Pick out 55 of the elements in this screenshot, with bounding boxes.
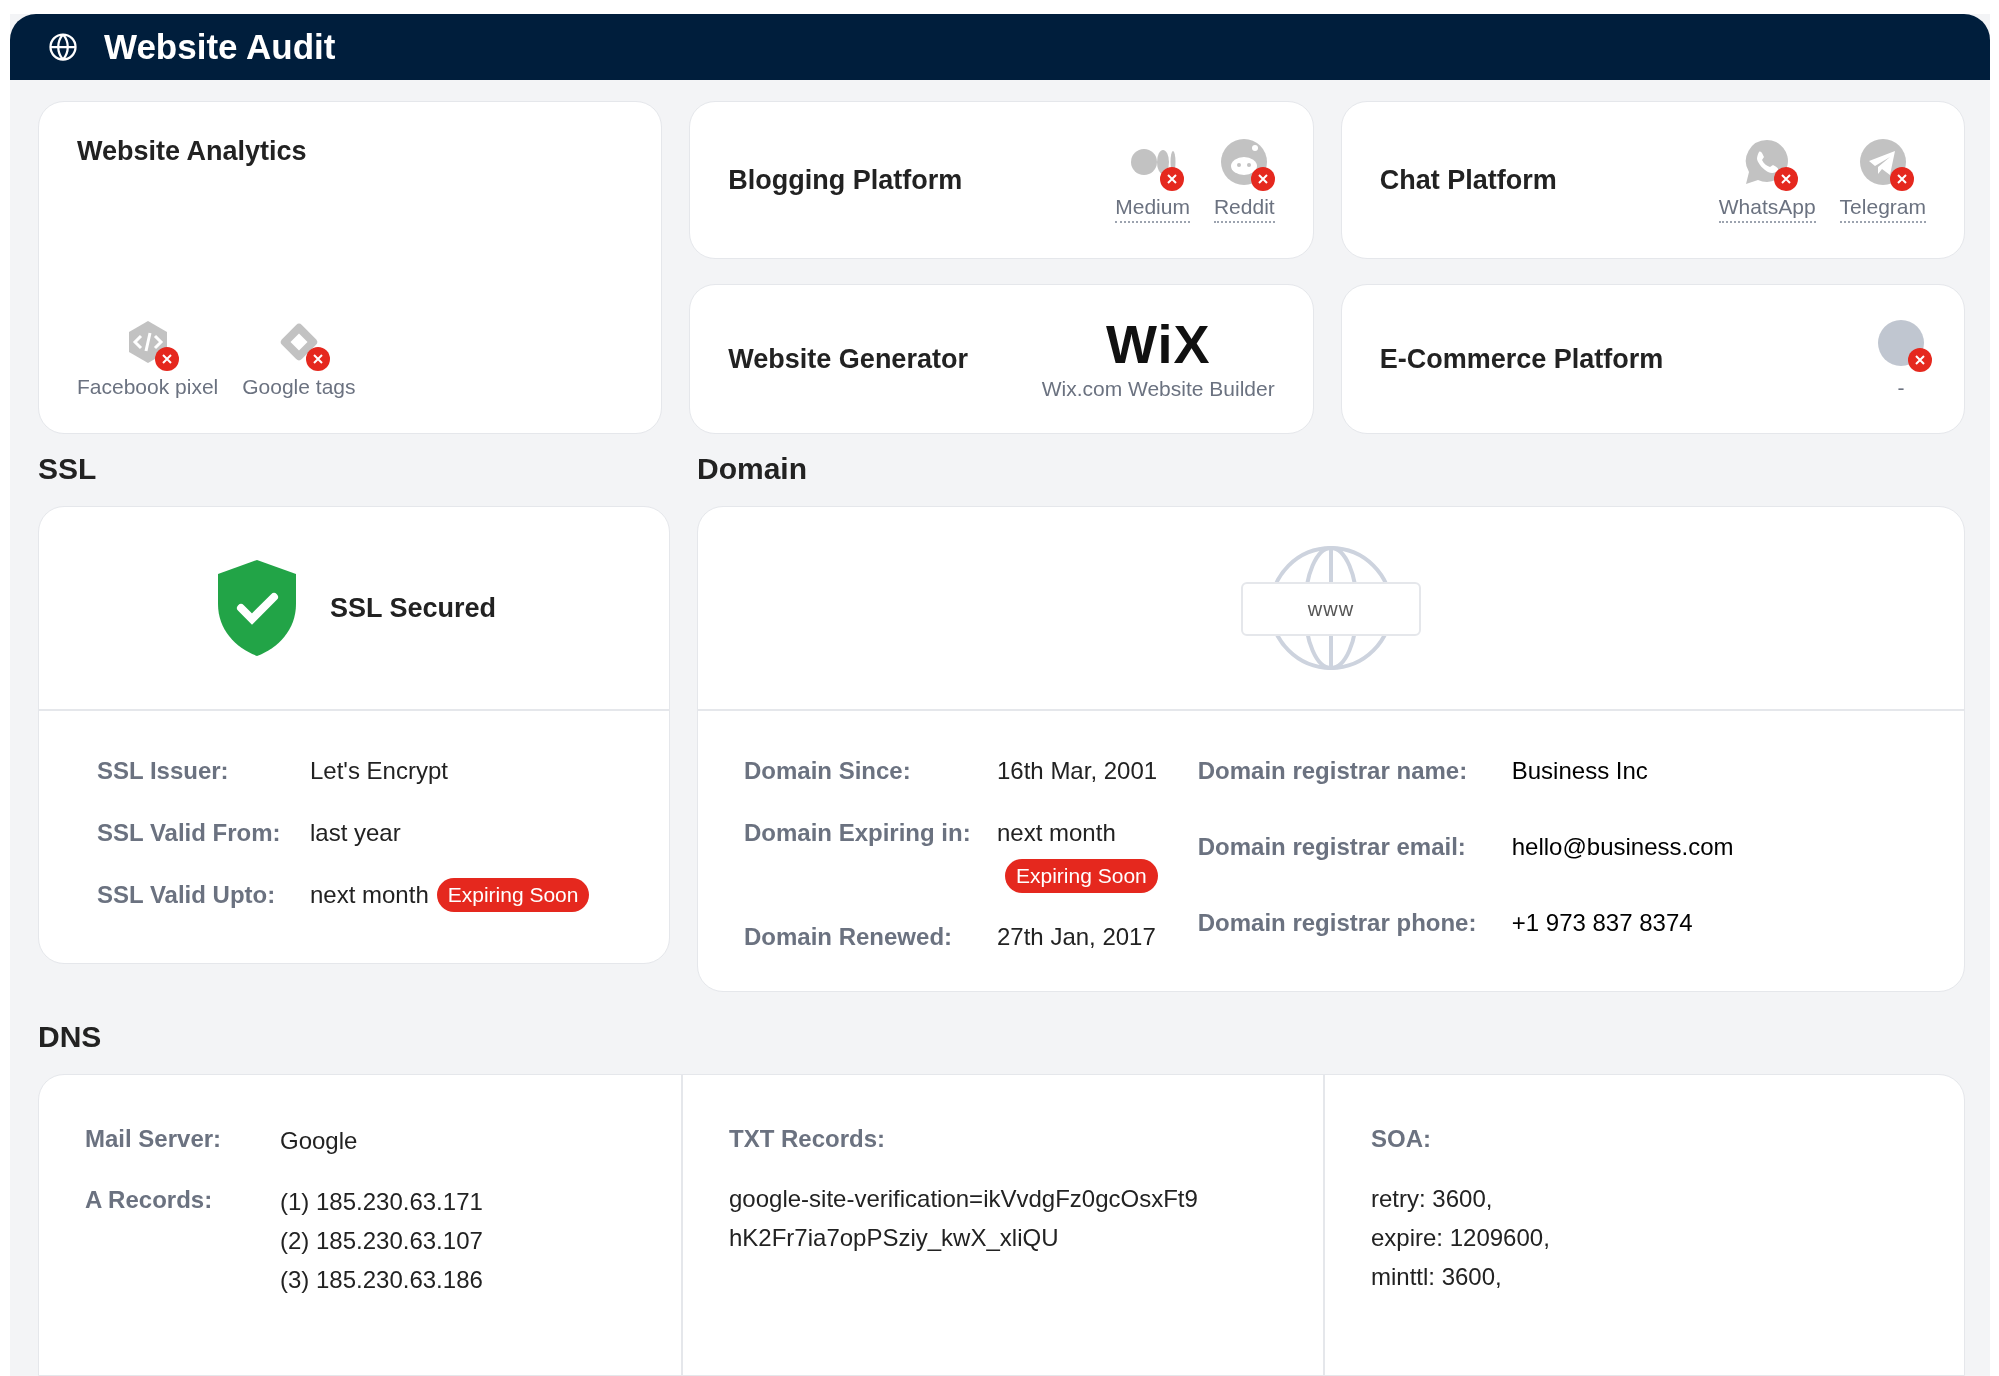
field-label: Domain registrar email: [1197,832,1467,862]
field-label: TXT Records: [729,1124,887,1154]
ssl-status: SSL Secured [329,592,497,624]
field-value: 27th Jan, 2017 [997,922,1156,952]
tool-label: Facebook pixel [77,375,219,399]
card-title: Website Generator [728,343,968,375]
field-label: Domain Renewed: [744,922,954,952]
tool-label: - [1897,376,1905,400]
field-label: Domain registrar phone: [1197,908,1478,938]
field-label: Domain registrar name: [1197,756,1469,786]
field-label: SSL Valid Upto: [97,880,277,910]
status-badge: Expiring Soon [1005,859,1158,893]
record-line: retry: 3600, [1371,1184,1494,1214]
card-title: E-Commerce Platform [1379,343,1664,375]
field-label: Domain Since: [744,756,912,786]
field-label: Mail Server: [85,1124,223,1154]
page-title: Website Audit [104,27,336,67]
section-heading: SSL [38,451,98,487]
field-label: Domain Expiring in: [744,818,972,848]
field-value: next month [310,880,429,910]
field-value: hello@business.com [1511,832,1734,862]
record-line: minttl: 3600, [1371,1262,1503,1292]
generator-name: Wix.com Website Builder [1041,377,1275,401]
section-heading: DNS [38,1019,103,1055]
field-label: SSL Valid From: [97,818,282,848]
field-value: Let's Encrypt [310,756,448,786]
tool-link[interactable]: Reddit [1213,195,1275,223]
status-badge: Expiring Soon [436,878,590,912]
www-label: www [1241,582,1421,636]
field-label: SSL Issuer: [97,756,230,786]
record-line: google-site-verification=ikVvdgFz0gcOsxFt9 [729,1184,1199,1214]
field-value: last year [310,818,401,848]
tool-link[interactable]: Medium [1115,195,1190,223]
field-value: 16th Mar, 2001 [997,756,1158,786]
record-line: (3) 185.230.63.186 [280,1265,484,1295]
tool-label: Google tags [242,375,356,399]
section-heading: Domain [697,451,808,487]
field-value: +1 973 837 8374 [1511,908,1693,938]
record-line: (2) 185.230.63.107 [280,1226,484,1256]
record-line: (1) 185.230.63.171 [280,1187,484,1217]
logo: WiX [1105,317,1211,371]
field-value: Business Inc [1511,756,1648,786]
field-value: next month [997,818,1116,848]
card-title: Website Analytics [77,136,308,167]
tool-link[interactable]: Telegram [1839,195,1926,223]
field-label: A Records: [85,1185,214,1215]
tool-link[interactable]: WhatsApp [1718,195,1816,223]
field-label: SOA: [1371,1124,1432,1154]
card-title: Chat Platform [1379,164,1557,196]
globe-icon [48,32,78,62]
record-line: expire: 1209600, [1371,1223,1551,1253]
record-line: Google [280,1126,359,1156]
placeholder-circle-icon [1876,318,1926,368]
record-line: hK2Fr7ia7opPSziy_kwX_xliQU [729,1223,1060,1253]
card-title: Blogging Platform [728,164,963,196]
